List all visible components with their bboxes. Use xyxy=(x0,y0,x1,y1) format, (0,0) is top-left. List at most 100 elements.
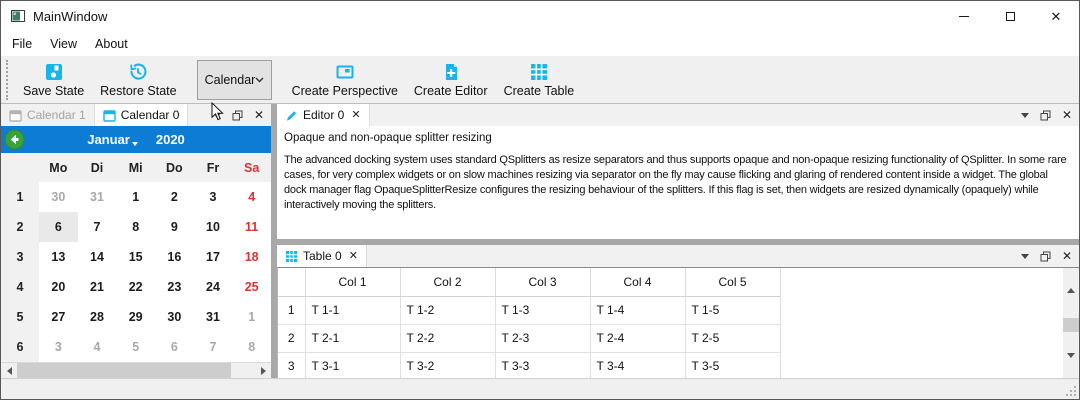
calendar-day[interactable]: 9 xyxy=(155,212,194,242)
maximize-button[interactable] xyxy=(987,1,1033,31)
calendar-day[interactable]: 3 xyxy=(39,332,78,362)
calendar-day[interactable]: 24 xyxy=(194,272,233,302)
scroll-right-button[interactable] xyxy=(255,363,271,378)
title-bar: MainWindow ✕ xyxy=(1,1,1079,31)
tab-editor-0[interactable]: Editor 0 ✕ xyxy=(277,104,370,126)
close-button[interactable]: ✕ xyxy=(1033,1,1079,31)
calendar-day[interactable]: 16 xyxy=(155,242,194,272)
calendar-day[interactable]: 30 xyxy=(155,302,194,332)
scroll-left-button[interactable] xyxy=(1,363,17,378)
calendar-day[interactable]: 5 xyxy=(116,332,155,362)
calendar-day[interactable]: 2 xyxy=(155,182,194,212)
calendar-day[interactable]: 20 xyxy=(39,272,78,302)
horizontal-scroll-thumb[interactable] xyxy=(17,363,231,378)
tab-close-icon[interactable]: ✕ xyxy=(351,110,360,121)
calendar-day[interactable]: 4 xyxy=(232,182,271,212)
calendar-day[interactable]: 1 xyxy=(116,182,155,212)
dock-close-icon[interactable]: ✕ xyxy=(1062,250,1072,262)
calendar-day[interactable]: 27 xyxy=(39,302,78,332)
row-header[interactable]: 1 xyxy=(278,296,305,324)
table-cell[interactable]: T 3-5 xyxy=(685,352,780,378)
menu-file[interactable]: File xyxy=(3,34,41,54)
calendar-day[interactable]: 17 xyxy=(194,242,233,272)
vertical-scroll-thumb[interactable] xyxy=(1063,318,1079,333)
calendar-day[interactable]: 29 xyxy=(116,302,155,332)
calendar-day[interactable]: 15 xyxy=(116,242,155,272)
calendar-day[interactable]: 28 xyxy=(78,302,117,332)
tab-table-0[interactable]: Table 0 ✕ xyxy=(277,245,367,267)
calendar-day[interactable]: 6 xyxy=(155,332,194,362)
calendar-day[interactable]: 8 xyxy=(116,212,155,242)
calendar-day[interactable]: 3 xyxy=(194,182,233,212)
previous-month-button[interactable] xyxy=(4,129,25,150)
table-cell[interactable]: T 3-2 xyxy=(400,352,495,378)
table-cell[interactable]: T 2-2 xyxy=(400,324,495,352)
table-cell[interactable]: T 3-4 xyxy=(590,352,685,378)
calendar-day[interactable]: 23 xyxy=(155,272,194,302)
dock-float-icon[interactable] xyxy=(1040,110,1051,121)
minimize-button[interactable] xyxy=(941,1,987,31)
column-header[interactable]: Col 1 xyxy=(305,268,400,296)
calendar-day[interactable]: 18 xyxy=(232,242,271,272)
table-cell[interactable]: T 2-3 xyxy=(495,324,590,352)
calendar-day[interactable]: 1 xyxy=(232,302,271,332)
year-button[interactable]: 2020 xyxy=(156,132,185,147)
dock-menu-icon[interactable] xyxy=(1021,254,1029,259)
tab-calendar-0[interactable]: Calendar 0 xyxy=(95,104,189,126)
calendar-day[interactable]: 30 xyxy=(39,182,78,212)
row-header[interactable]: 3 xyxy=(278,352,305,378)
column-header[interactable]: Col 4 xyxy=(590,268,685,296)
create-editor-button[interactable]: Create Editor xyxy=(406,57,496,103)
table-cell[interactable]: T 2-5 xyxy=(685,324,780,352)
calendar-icon xyxy=(9,109,22,122)
size-grip[interactable] xyxy=(1066,386,1076,396)
table-cell[interactable]: T 1-1 xyxy=(305,296,400,324)
create-perspective-button[interactable]: Create Perspective xyxy=(284,57,406,103)
month-button[interactable]: Januar xyxy=(87,132,138,147)
table-cell[interactable]: T 3-3 xyxy=(495,352,590,378)
dock-close-icon[interactable]: ✕ xyxy=(1062,109,1072,121)
calendar-day[interactable]: 11 xyxy=(232,212,271,242)
dock-close-icon[interactable]: ✕ xyxy=(254,109,264,121)
table-cell[interactable]: T 3-1 xyxy=(305,352,400,378)
editor-content[interactable]: Opaque and non-opaque splitter resizing … xyxy=(277,126,1079,239)
calendar-day[interactable]: 10 xyxy=(194,212,233,242)
column-header[interactable]: Col 5 xyxy=(685,268,780,296)
calendar-day[interactable]: 7 xyxy=(78,212,117,242)
table-cell[interactable]: T 1-2 xyxy=(400,296,495,324)
create-table-button[interactable]: Create Table xyxy=(496,57,583,103)
calendar-day[interactable]: 6 xyxy=(39,212,78,242)
calendar-day[interactable]: 31 xyxy=(78,182,117,212)
calendar-day[interactable]: 8 xyxy=(232,332,271,362)
calendar-day[interactable]: 14 xyxy=(78,242,117,272)
dock-float-icon[interactable] xyxy=(232,110,243,121)
table-cell[interactable]: T 2-4 xyxy=(590,324,685,352)
calendar-day[interactable]: 21 xyxy=(78,272,117,302)
calendar-day[interactable]: 25 xyxy=(232,272,271,302)
tab-close-icon[interactable]: ✕ xyxy=(349,251,358,262)
calendar-day[interactable]: 13 xyxy=(39,242,78,272)
column-header[interactable]: Col 2 xyxy=(400,268,495,296)
scroll-up-button[interactable] xyxy=(1063,268,1079,314)
perspective-dropdown[interactable]: Calendar xyxy=(197,60,272,100)
scroll-down-button[interactable] xyxy=(1063,332,1079,378)
column-header[interactable]: Col 3 xyxy=(495,268,590,296)
table-cell[interactable]: T 1-5 xyxy=(685,296,780,324)
toolbar-drag-handle[interactable] xyxy=(6,60,10,100)
table-cell[interactable]: T 1-4 xyxy=(590,296,685,324)
dock-float-icon[interactable] xyxy=(1040,251,1051,262)
table-cell[interactable]: T 1-3 xyxy=(495,296,590,324)
tab-calendar-1[interactable]: Calendar 1 xyxy=(1,104,95,126)
dock-menu-icon[interactable] xyxy=(1021,113,1029,118)
menu-view[interactable]: View xyxy=(41,34,86,54)
table-cell[interactable]: T 2-1 xyxy=(305,324,400,352)
calendar-day[interactable]: 22 xyxy=(116,272,155,302)
dock-menu-icon[interactable] xyxy=(213,113,221,118)
save-state-button[interactable]: Save State xyxy=(15,57,92,103)
menu-about[interactable]: About xyxy=(86,34,137,54)
row-header[interactable]: 2 xyxy=(278,324,305,352)
calendar-day[interactable]: 4 xyxy=(78,332,117,362)
calendar-day[interactable]: 7 xyxy=(194,332,233,362)
calendar-day[interactable]: 31 xyxy=(194,302,233,332)
restore-state-button[interactable]: Restore State xyxy=(92,57,184,103)
